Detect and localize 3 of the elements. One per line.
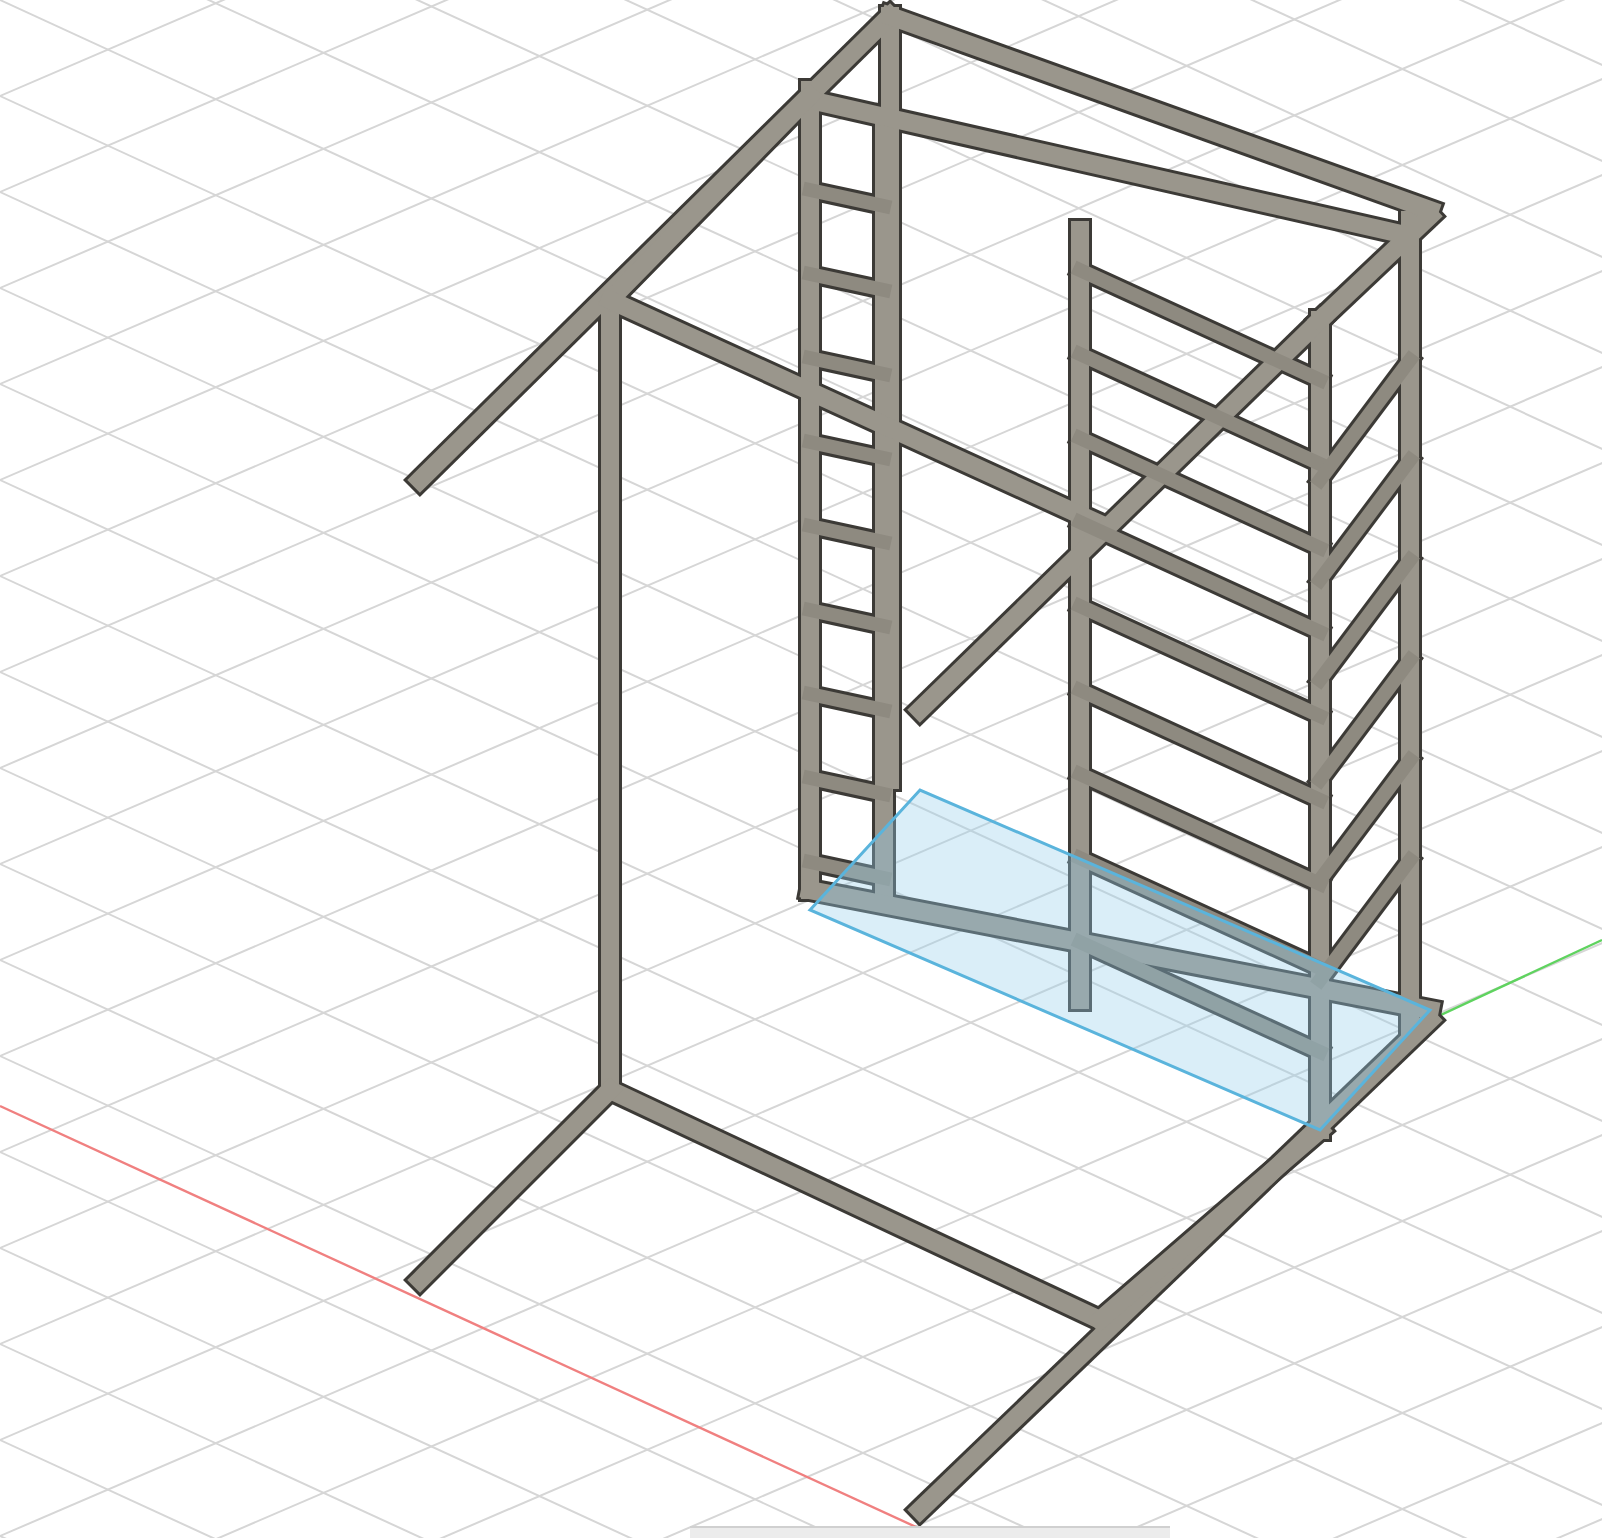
3d-viewport[interactable] (0, 0, 1602, 1538)
frame-drawing[interactable] (408, 4, 1442, 1522)
floor-panel[interactable] (807, 788, 1433, 1132)
